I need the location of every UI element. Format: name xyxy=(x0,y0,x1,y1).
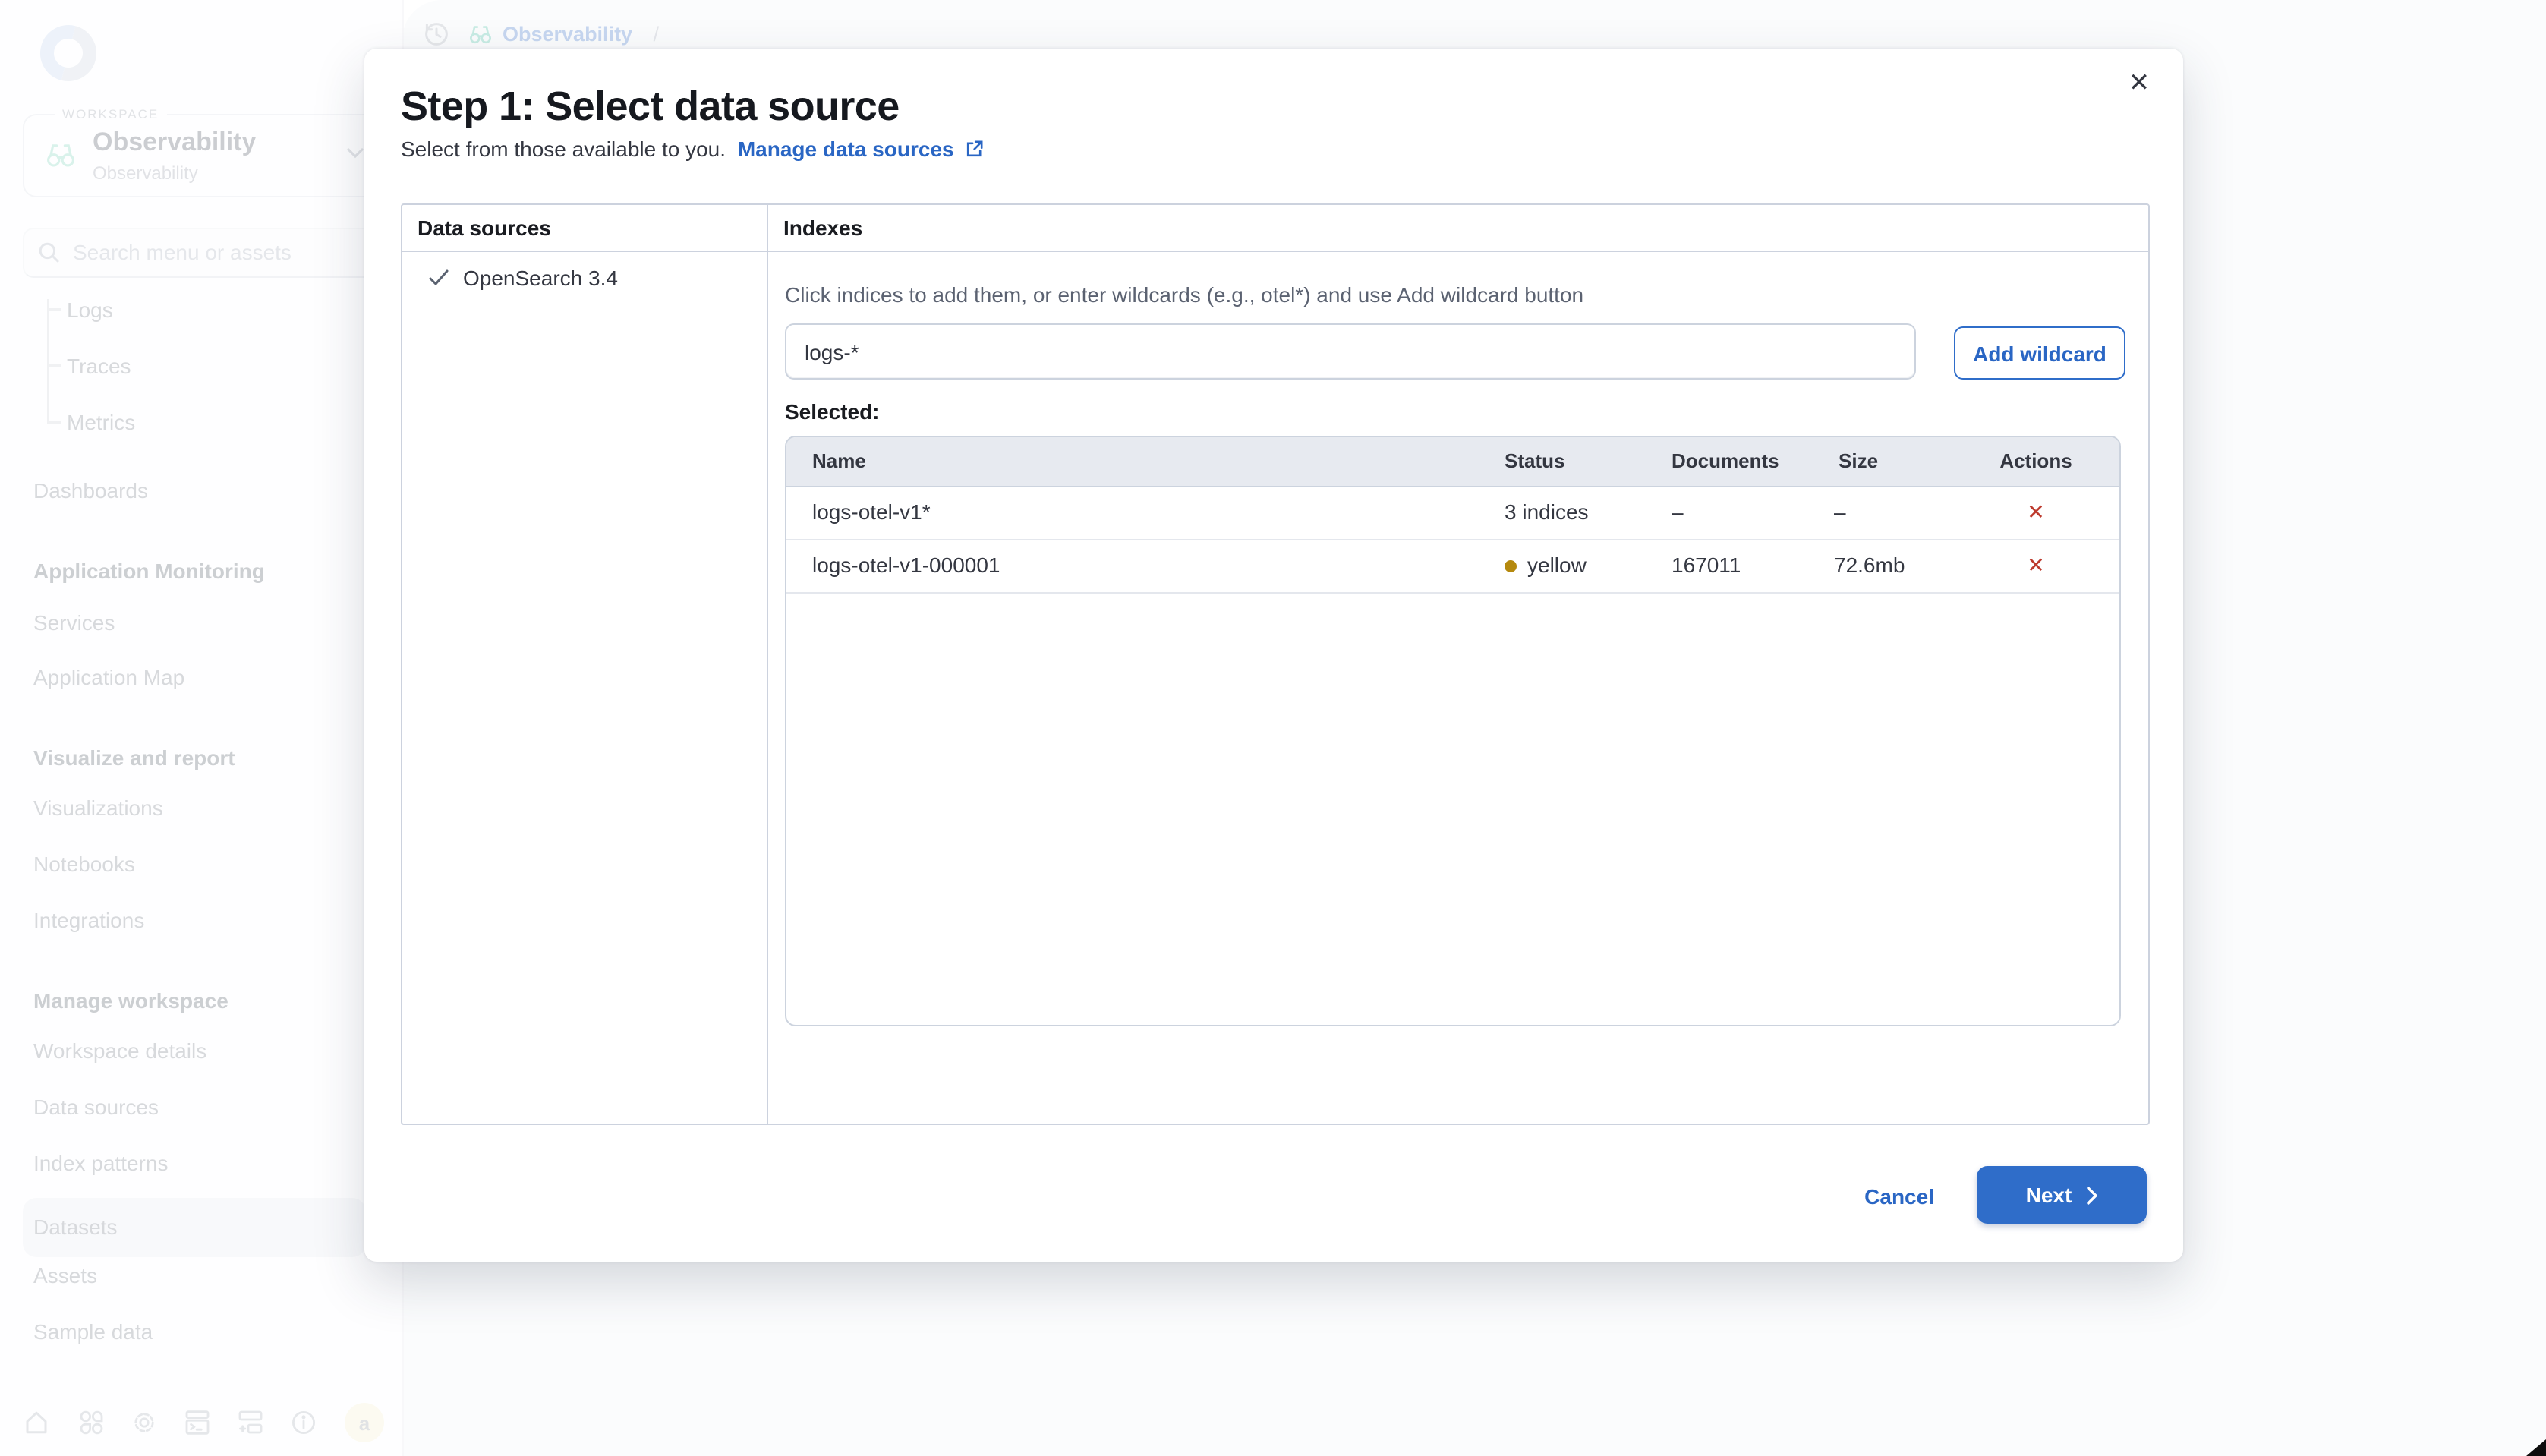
screen: Observability / WORKSPACE Observab xyxy=(0,0,2546,1456)
documents-value: 167011 xyxy=(1672,539,1741,592)
manage-data-sources-link[interactable]: Manage data sources xyxy=(738,137,954,161)
data-source-panel: Data sources Indexes OpenSearch 3.4 Clic… xyxy=(401,203,2150,1125)
next-button[interactable]: Next xyxy=(1977,1166,2147,1224)
table-row[interactable]: logs-otel-v1-000001 yellow 167011 72.6mb… xyxy=(786,539,2119,594)
data-sources-header: Data sources xyxy=(418,205,551,251)
column-header-status: Status xyxy=(1505,437,1564,486)
add-wildcard-button[interactable]: Add wildcard xyxy=(1954,326,2125,380)
selected-indices-table: Name Status Documents Size Actions logs-… xyxy=(785,436,2121,1026)
datasource-item-label: OpenSearch 3.4 xyxy=(463,266,618,290)
column-header-size: Size xyxy=(1839,437,1878,486)
index-name: logs-otel-v1-000001 xyxy=(812,539,1000,592)
check-icon xyxy=(428,269,449,287)
size-value: 72.6mb xyxy=(1834,539,1905,592)
external-link-icon xyxy=(966,140,984,158)
indexes-header: Indexes xyxy=(783,205,862,251)
panel-divider xyxy=(767,205,768,1124)
selected-label: Selected: xyxy=(785,399,880,424)
remove-icon[interactable]: ✕ xyxy=(1983,539,2089,592)
cancel-button[interactable]: Cancel xyxy=(1864,1181,1934,1212)
datasource-item-opensearch[interactable]: OpenSearch 3.4 xyxy=(428,266,618,290)
column-header-documents: Documents xyxy=(1672,437,1779,486)
health-yellow-icon xyxy=(1505,560,1517,572)
modal-title: Step 1: Select data source xyxy=(401,84,900,131)
chevron-right-icon xyxy=(2085,1185,2097,1205)
table-row[interactable]: logs-otel-v1* 3 indices – – ✕ xyxy=(786,486,2119,540)
close-icon[interactable]: ✕ xyxy=(2116,61,2162,106)
modal-subtitle-text: Select from those available to you. xyxy=(401,137,726,161)
documents-value: – xyxy=(1672,486,1684,539)
next-button-label: Next xyxy=(2026,1183,2072,1207)
remove-icon[interactable]: ✕ xyxy=(1983,486,2089,539)
index-name: logs-otel-v1* xyxy=(812,486,931,539)
wildcard-input[interactable] xyxy=(785,323,1916,380)
table-header-row: Name Status Documents Size Actions xyxy=(786,437,2119,487)
size-value: – xyxy=(1834,486,1846,539)
column-header-name: Name xyxy=(812,437,866,486)
select-data-source-modal: ✕ Step 1: Select data source Select from… xyxy=(364,49,2183,1262)
modal-subtitle: Select from those available to you. Mana… xyxy=(401,137,984,161)
index-status: yellow xyxy=(1505,539,1587,592)
column-header-actions: Actions xyxy=(1983,437,2089,486)
panel-header-row xyxy=(402,205,2148,252)
indices-count-link[interactable]: 3 indices xyxy=(1505,486,1589,539)
status-text: yellow xyxy=(1527,553,1587,577)
indexes-instruction: Click indices to add them, or enter wild… xyxy=(785,282,1583,307)
